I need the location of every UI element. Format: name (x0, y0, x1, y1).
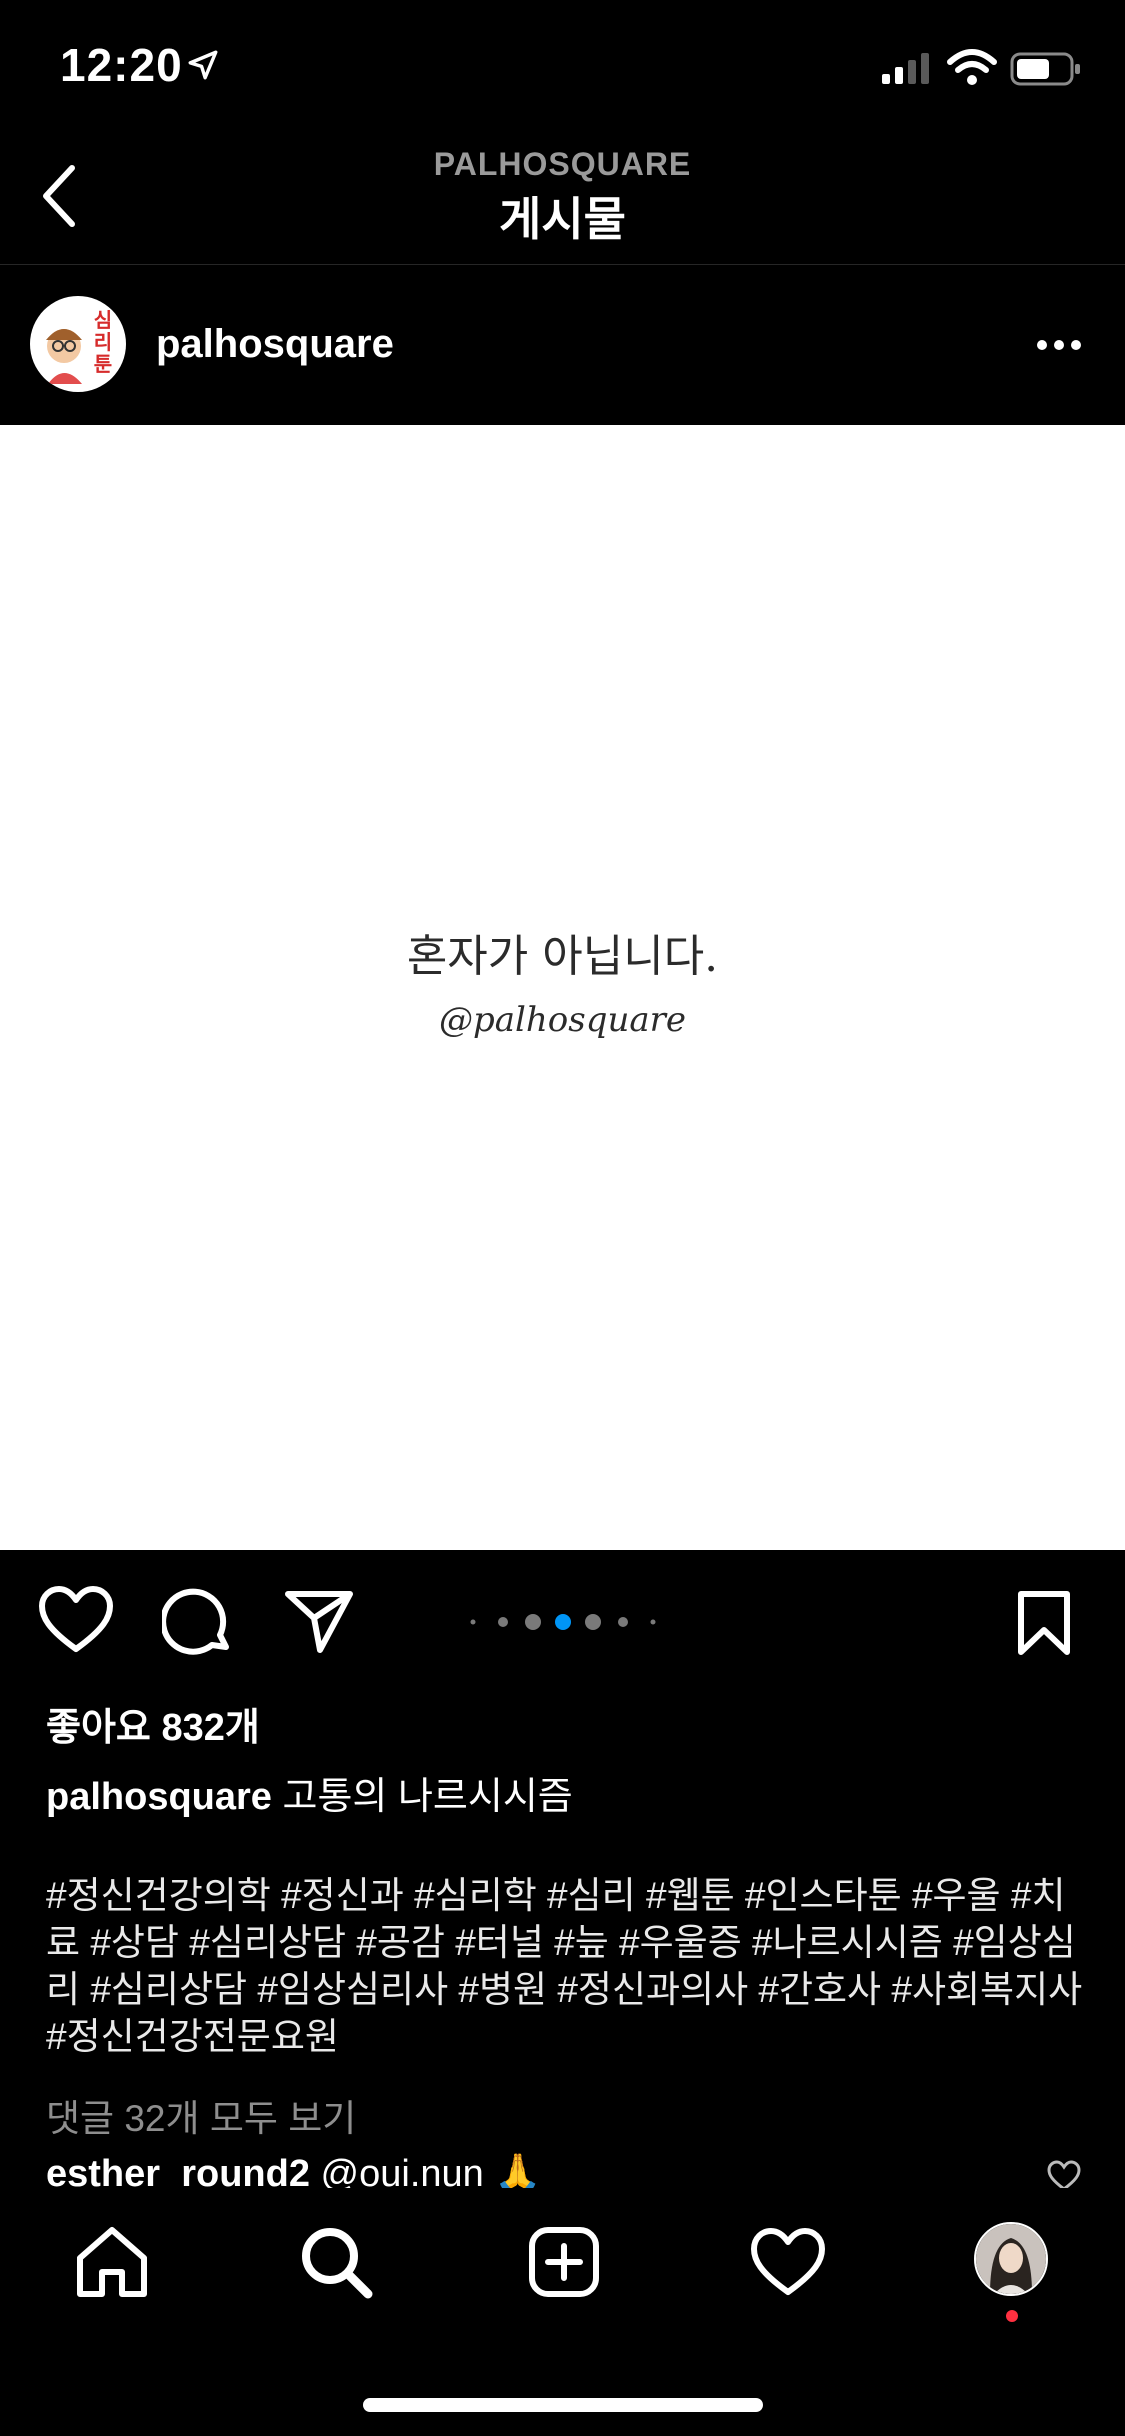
activity-heart-icon[interactable] (748, 2224, 828, 2300)
activity-notification-dot (1006, 2310, 1018, 2322)
battery-icon (1010, 52, 1080, 86)
carousel-dot (555, 1614, 571, 1630)
post-author-avatar[interactable]: 심리툰 (30, 296, 126, 392)
header-divider (0, 264, 1125, 265)
home-indicator[interactable] (363, 2398, 763, 2412)
header-account: PALHOSQUARE (433, 146, 692, 182)
cellular-signal-icon (882, 53, 929, 84)
comment-icon[interactable] (162, 1585, 234, 1657)
comment-username[interactable]: esther_round2 (46, 2153, 310, 2192)
profile-tab-avatar[interactable] (974, 2222, 1048, 2296)
avatar-text: 심리툰 (93, 310, 113, 376)
wifi-icon (947, 49, 997, 85)
carousel-dot (525, 1614, 541, 1630)
comment-text: @oui.nun 🙏 (320, 2153, 542, 2192)
comment-preview: esther_round2 @oui.nun 🙏 (46, 2152, 1086, 2192)
caption-text: 고통의 나르시시즘 (282, 1776, 573, 1818)
carousel-dot (618, 1617, 628, 1627)
heart-icon[interactable] (38, 1585, 114, 1655)
add-post-icon[interactable] (524, 2224, 604, 2300)
post-hashtags[interactable]: #정신건강의학 #정신과 #심리학 #심리 #웹툰 #인스타툰 #우울 #치료 … (46, 1872, 1086, 2060)
carousel-dot (470, 1619, 476, 1625)
like-count[interactable]: 좋아요 832개 (46, 1696, 260, 1751)
status-time: 12:20 (60, 39, 183, 91)
search-icon[interactable] (296, 2224, 376, 2300)
view-all-comments-link[interactable]: 댓글 32개 모두 보기 (46, 2088, 356, 2142)
post-caption: palhosquare 고통의 나르시시즘 (46, 1765, 1086, 1820)
bookmark-icon[interactable] (1016, 1590, 1072, 1656)
carousel-indicator (468, 1610, 658, 1634)
profile-photo (976, 2224, 1046, 2294)
share-icon[interactable] (284, 1588, 354, 1654)
carousel-dot (585, 1614, 601, 1630)
carousel-dot (498, 1617, 508, 1627)
home-icon[interactable] (72, 2224, 152, 2300)
location-arrow-icon (188, 50, 218, 80)
post-image[interactable] (0, 425, 1125, 1550)
post-image-handle: @palhosquare (438, 1000, 687, 1040)
post-image-text: 혼자가 아닙니다. (406, 931, 719, 982)
more-icon[interactable] (1036, 330, 1082, 360)
post-author-username[interactable]: palhosquare (156, 322, 394, 367)
caption-username[interactable]: palhosquare (46, 1776, 272, 1818)
carousel-dot (650, 1619, 656, 1625)
page-title: 게시물 (499, 193, 626, 245)
